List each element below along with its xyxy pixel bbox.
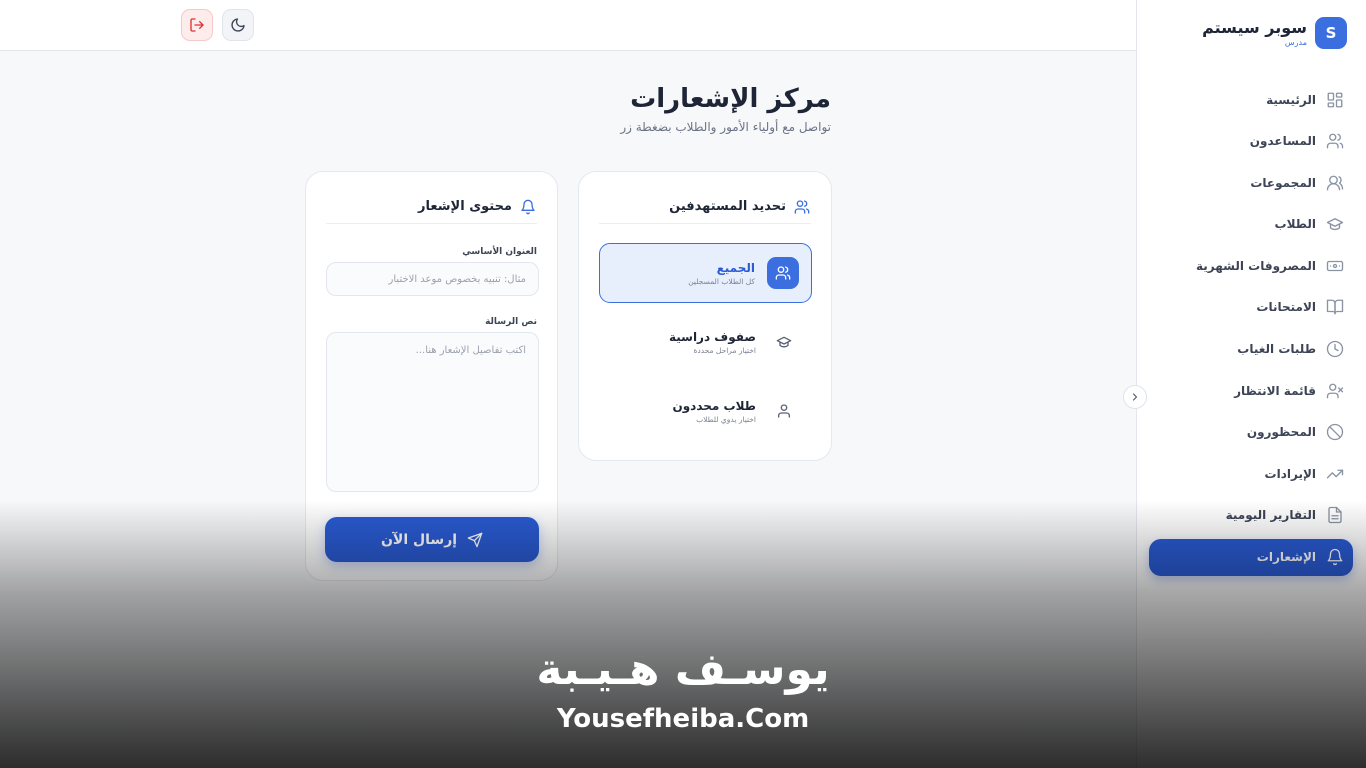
sidebar-item-label: طلبات الغياب <box>1237 342 1316 357</box>
sidebar-item-home[interactable]: الرئيسية <box>1149 81 1353 118</box>
user-icon <box>768 395 800 427</box>
ban-icon <box>1326 424 1344 441</box>
send-icon <box>467 532 483 547</box>
sidebar-item-assistants[interactable]: المساعدون <box>1149 123 1353 160</box>
option-description: كل الطلاب المسجلين <box>688 276 755 286</box>
brand-logo: S <box>1315 17 1347 49</box>
clock-icon <box>1326 340 1344 358</box>
sidebar-item-revenue[interactable]: الإيرادات <box>1149 455 1353 492</box>
card-header: تحديد المستهدفين <box>599 190 811 224</box>
sidebar-item-waiting-list[interactable]: قائمة الانتظار <box>1149 372 1353 409</box>
sidebar: S سوبر سيستم مدرس الرئيسية المساعدون الم… <box>1136 0 1366 768</box>
grid-icon <box>1327 92 1343 107</box>
graduation-cap-icon <box>768 326 800 358</box>
brand: S سوبر سيستم مدرس <box>1202 17 1347 49</box>
sidebar-item-label: قائمة الانتظار <box>1234 383 1316 398</box>
watermark-arabic: يوسـف هـيـبة <box>536 644 830 695</box>
option-description: اختيار يدوي للطلاب <box>696 414 756 424</box>
banknote-icon <box>1326 260 1344 272</box>
target-option-all[interactable]: الجميع كل الطلاب المسجلين <box>599 243 812 303</box>
book-open-icon <box>1326 300 1344 315</box>
top-bar <box>0 0 1136 51</box>
notification-message-textarea[interactable] <box>326 332 539 492</box>
group-icon <box>1326 175 1344 191</box>
option-title: طلاب محددون <box>672 398 756 413</box>
page-subtitle: تواصل مع أولياء الأمور والطلاب بضغطة زر <box>620 120 831 134</box>
sidebar-item-label: المجموعات <box>1250 175 1316 190</box>
send-button-label: إرسال الآن <box>380 531 458 548</box>
moon-icon <box>231 18 245 32</box>
users-icon <box>1326 133 1344 149</box>
sidebar-item-label: الإيرادات <box>1264 466 1316 481</box>
sidebar-item-notifications[interactable]: الإشعارات <box>1149 538 1353 576</box>
sidebar-nav: الرئيسية المساعدون المجموعات الطلاب المص… <box>1149 81 1353 580</box>
target-option-specific-students[interactable]: طلاب محددون اختيار يدوي للطلاب <box>599 381 812 441</box>
sidebar-item-label: الإشعارات <box>1256 550 1316 565</box>
sidebar-item-label: الرئيسية <box>1266 92 1316 107</box>
card-title: تحديد المستهدفين <box>669 199 786 214</box>
option-title: صفوف دراسية <box>668 329 756 344</box>
sidebar-item-groups[interactable]: المجموعات <box>1149 164 1353 201</box>
sidebar-item-label: التقارير اليومية <box>1225 508 1316 523</box>
bell-icon <box>521 199 535 214</box>
option-title: الجميع <box>716 260 755 275</box>
theme-toggle-button[interactable] <box>222 9 254 41</box>
sidebar-item-exams[interactable]: الامتحانات <box>1149 289 1353 326</box>
logout-button[interactable] <box>181 9 213 41</box>
sidebar-item-label: المساعدون <box>1249 134 1316 149</box>
sidebar-collapse-button[interactable] <box>1123 385 1147 409</box>
users-icon <box>767 257 799 289</box>
sidebar-item-label: الامتحانات <box>1256 300 1316 315</box>
user-x-icon <box>1326 383 1344 399</box>
send-now-button[interactable]: إرسال الآن <box>325 517 539 562</box>
page-title: مركز الإشعارات <box>630 84 831 114</box>
logout-icon <box>190 18 204 32</box>
option-description: اختيار مراحل محددة <box>693 345 756 355</box>
sidebar-item-monthly-fees[interactable]: المصروفات الشهرية <box>1149 247 1353 284</box>
watermark-latin: Yousefheiba.Com <box>556 704 810 734</box>
title-field-label: العنوان الأساسي <box>462 247 537 257</box>
chevron-right-icon <box>1132 393 1138 401</box>
target-audience-card: تحديد المستهدفين الجميع كل الطلاب المسجل… <box>578 171 832 461</box>
sidebar-item-students[interactable]: الطلاب <box>1149 206 1353 243</box>
sidebar-item-label: المصروفات الشهرية <box>1195 258 1316 273</box>
brand-role: مدرس <box>1284 38 1307 47</box>
brand-name: سوبر سيستم <box>1202 18 1307 37</box>
users-icon <box>794 199 810 214</box>
sidebar-item-daily-reports[interactable]: التقارير اليومية <box>1149 497 1353 534</box>
sidebar-item-banned[interactable]: المحظورون <box>1149 414 1353 451</box>
sidebar-item-label: الطلاب <box>1274 217 1316 232</box>
sidebar-item-label: المحظورون <box>1246 425 1316 440</box>
sidebar-item-absence-requests[interactable]: طلبات الغياب <box>1149 331 1353 368</box>
notification-title-input[interactable] <box>326 262 539 296</box>
target-option-grades[interactable]: صفوف دراسية اختيار مراحل محددة <box>599 312 812 372</box>
trending-up-icon <box>1326 469 1344 479</box>
file-text-icon <box>1328 507 1342 524</box>
bell-icon <box>1327 548 1343 566</box>
message-field-label: نص الرسالة <box>485 317 537 327</box>
card-title: محتوى الإشعار <box>418 199 512 214</box>
card-header: محتوى الإشعار <box>326 190 537 224</box>
graduation-cap-icon <box>1326 218 1344 231</box>
notification-content-card: محتوى الإشعار العنوان الأساسي نص الرسالة… <box>305 171 558 581</box>
